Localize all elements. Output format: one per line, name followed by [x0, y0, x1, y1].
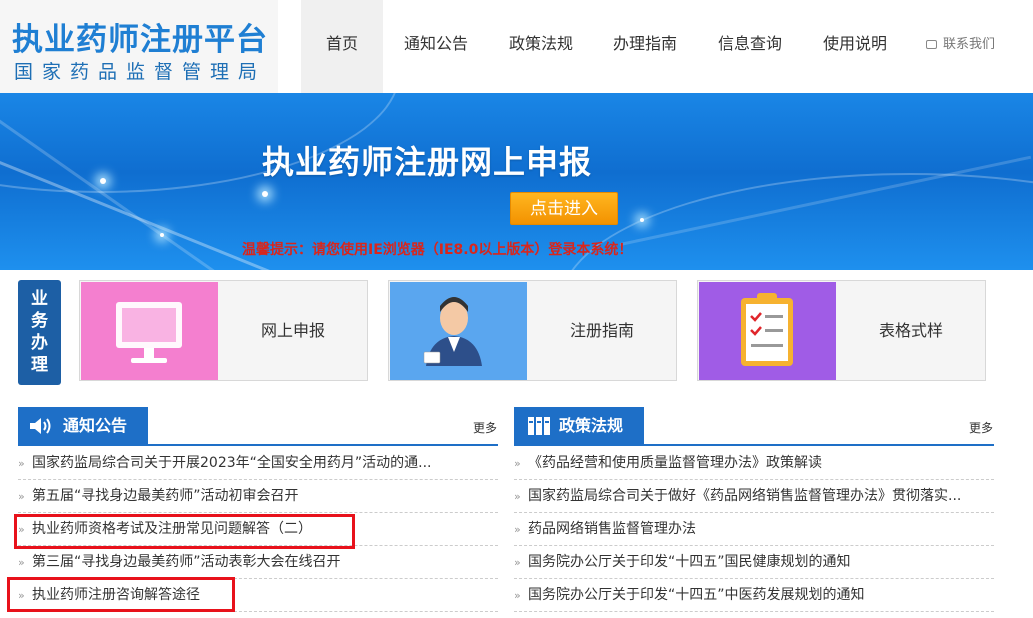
business-tag-char: 办 — [31, 333, 48, 353]
policies-title: 政策法规 — [559, 416, 624, 435]
notice-text: 第五届“寻找身边最美药师”活动初审会召开 — [32, 488, 299, 504]
logo[interactable]: 执业药师注册平台 国家药品监督管理局 — [0, 0, 278, 93]
notice-item[interactable]: » 第三届“寻找身边最美药师”活动表彰大会在线召开 — [18, 546, 498, 579]
books-icon — [528, 417, 550, 435]
contact-link[interactable]: 联系我们 — [926, 33, 995, 52]
nav-help[interactable]: 使用说明 — [814, 0, 896, 93]
bullet-icon: » — [18, 556, 25, 569]
policies-more-link[interactable]: 更多 — [969, 419, 993, 436]
card-label: 表格式样 — [878, 321, 943, 340]
clipboard-icon — [699, 282, 836, 380]
bullet-icon: » — [514, 457, 521, 470]
business-tag: 业 务 办 理 — [18, 280, 61, 385]
bullet-icon: » — [514, 523, 521, 536]
notice-item[interactable]: » 国家药监局综合司关于开展2023年“全国安全用药月”活动的通... — [18, 447, 498, 480]
policy-item[interactable]: » 国务院办公厅关于印发“十四五”中医药发展规划的通知 — [514, 579, 994, 612]
bullet-icon: » — [514, 589, 521, 602]
nav-home[interactable]: 首页 — [301, 0, 383, 93]
sparkle-icon — [262, 191, 268, 197]
card-label: 网上申报 — [260, 321, 325, 340]
policy-item[interactable]: » 药品网络销售监督管理办法 — [514, 513, 994, 546]
bullet-icon: » — [18, 490, 25, 503]
bullet-icon: » — [514, 490, 521, 503]
card-label: 注册指南 — [569, 321, 634, 340]
card-form-templates[interactable]: 表格式样 — [697, 280, 986, 381]
policy-item[interactable]: » 国家药监局综合司关于做好《药品网络销售监督管理办法》贯彻落实... — [514, 480, 994, 513]
notices-header: 通知公告 更多 — [18, 405, 498, 446]
notice-text: 国家药监局综合司关于开展2023年“全国安全用药月”活动的通... — [32, 455, 432, 471]
policy-item[interactable]: » 国务院办公厅关于印发“十四五”国民健康规划的通知 — [514, 546, 994, 579]
sparkle-icon — [160, 233, 164, 237]
policies-header: 政策法规 更多 — [514, 405, 994, 446]
site-title: 执业药师注册平台 — [12, 22, 268, 58]
policy-text: 《药品经营和使用质量监督管理办法》政策解读 — [528, 455, 822, 471]
browser-warning: 温馨提示：请您使用IE浏览器（IE8.0以上版本）登录本系统！ — [242, 242, 633, 258]
sparkle-icon — [100, 178, 106, 184]
nav-guide[interactable]: 办理指南 — [604, 0, 686, 93]
nav-notices[interactable]: 通知公告 — [395, 0, 477, 93]
highlight-box — [14, 514, 355, 549]
main-nav: 首页 通知公告 政策法规 办理指南 信息查询 使用说明 — [278, 0, 1033, 93]
card-register-guide[interactable]: 注册指南 — [388, 280, 677, 381]
business-tag-char: 务 — [31, 311, 48, 331]
nav-policies[interactable]: 政策法规 — [500, 0, 582, 93]
site-header: 执业药师注册平台 国家药品监督管理局 首页 通知公告 政策法规 办理指南 信息查… — [0, 0, 1033, 93]
card-online-apply[interactable]: 网上申报 — [79, 280, 368, 381]
notices-more-link[interactable]: 更多 — [473, 419, 497, 436]
nav-query[interactable]: 信息查询 — [709, 0, 791, 93]
message-icon — [926, 40, 937, 49]
policy-text: 药品网络销售监督管理办法 — [528, 521, 696, 537]
person-badge-icon — [390, 282, 527, 380]
highlight-box — [7, 577, 235, 612]
sparkle-icon — [640, 218, 644, 222]
notices-tab[interactable]: 通知公告 — [18, 407, 148, 444]
warning-bar: 温馨提示：请您使用IE浏览器（IE8.0以上版本）登录本系统！ — [0, 239, 1033, 270]
policy-item[interactable]: » 《药品经营和使用质量监督管理办法》政策解读 — [514, 447, 994, 480]
business-tag-char: 理 — [31, 355, 48, 375]
monitor-icon — [81, 282, 218, 380]
policy-text: 国务院办公厅关于印发“十四五”国民健康规划的通知 — [528, 554, 851, 570]
notice-text: 第三届“寻找身边最美药师”活动表彰大会在线召开 — [32, 554, 341, 570]
business-tag-char: 业 — [31, 289, 48, 309]
notices-title: 通知公告 — [63, 416, 128, 435]
speaker-icon — [30, 418, 51, 434]
enter-button[interactable]: 点击进入 — [510, 192, 618, 225]
site-subtitle: 国家药品监督管理局 — [14, 61, 267, 83]
policies-tab[interactable]: 政策法规 — [514, 407, 644, 444]
policy-text: 国家药监局综合司关于做好《药品网络销售监督管理办法》贯彻落实... — [528, 488, 962, 504]
bullet-icon: » — [514, 556, 521, 569]
banner-title: 执业药师注册网上申报 — [262, 143, 593, 181]
contact-label: 联系我们 — [943, 37, 996, 52]
notice-item[interactable]: » 第五届“寻找身边最美药师”活动初审会召开 — [18, 480, 498, 513]
policy-text: 国务院办公厅关于印发“十四五”中医药发展规划的通知 — [528, 587, 865, 603]
bullet-icon: » — [18, 457, 25, 470]
